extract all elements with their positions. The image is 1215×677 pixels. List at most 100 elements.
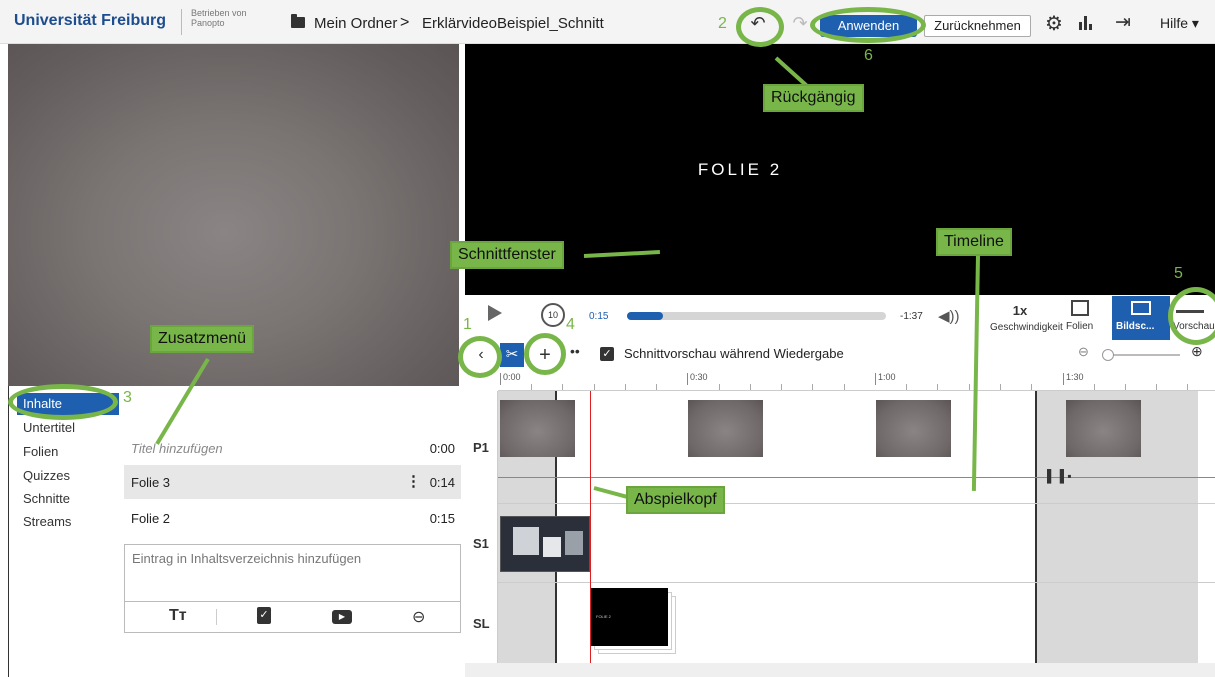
track-label-divider <box>497 391 498 663</box>
nav-item-quizzes[interactable]: Quizzes <box>23 468 70 483</box>
track-divider <box>498 503 1215 504</box>
progress-fill <box>627 312 663 320</box>
playhead[interactable] <box>590 391 591 663</box>
stats-icon[interactable] <box>1078 14 1094 30</box>
text-format-icon[interactable]: Tт <box>169 607 187 625</box>
annotation-number-2: 2 <box>718 15 727 32</box>
speed-label: Geschwindigkeit <box>990 322 1063 333</box>
zoom-slider-handle[interactable] <box>1102 349 1114 361</box>
zoom-in-icon[interactable]: ⊕ <box>1191 343 1203 360</box>
timeline-ruler[interactable] <box>498 369 1215 391</box>
annotation-number-4: 4 <box>566 316 575 333</box>
track-label-s1: S1 <box>473 536 489 551</box>
s1-thumb-window <box>543 537 561 557</box>
s1-thumb-window <box>513 527 539 555</box>
ruler-tick <box>719 384 720 390</box>
toolbar-divider <box>216 609 217 625</box>
ruler-tick <box>937 384 938 390</box>
p1-thumbnail <box>500 400 575 457</box>
annotation-ring-apply <box>810 7 926 43</box>
annotation-ring-collapse <box>458 336 502 378</box>
contents-row[interactable]: Folie 3 ⋮ 0:14 <box>124 465 461 499</box>
annotation-ring-add <box>524 333 566 375</box>
cut-tool-button[interactable]: ✂ <box>500 343 524 367</box>
p1-thumbnail <box>688 400 763 457</box>
link-icon[interactable]: ⊖ <box>412 607 425 627</box>
stats-icon-graphic <box>1079 16 1092 30</box>
speed-value[interactable]: 1x <box>1000 303 1040 318</box>
annotation-undo: Rückgängig <box>763 84 864 112</box>
ruler-label: 1:00 <box>875 373 896 385</box>
annotation-timeline: Timeline <box>936 228 1012 256</box>
ruler-tick <box>750 384 751 390</box>
slides-tab-label[interactable]: Folien <box>1066 321 1093 332</box>
annotation-extra-menu: Zusatzmenü <box>150 325 255 353</box>
more-options-icon[interactable]: •• <box>570 343 580 359</box>
ruler-tick <box>656 384 657 390</box>
redo-button[interactable]: ↷ <box>789 12 811 34</box>
redo-icon: ↷ <box>792 13 808 33</box>
nav-item-schnitte[interactable]: Schnitte <box>23 491 70 506</box>
remaining-time: -1:37 <box>900 311 923 322</box>
contents-time: 0:00 <box>429 441 455 456</box>
more-options-icon[interactable]: ⋮ <box>406 472 421 490</box>
annotation-number-5: 5 <box>1174 265 1183 282</box>
zoom-out-icon[interactable]: ⊖ <box>1078 344 1089 360</box>
brand-title[interactable]: Universität Freiburg <box>14 12 166 30</box>
track-label-p1: P1 <box>473 440 489 455</box>
annotation-number-3: 3 <box>123 389 132 406</box>
cut-handle[interactable] <box>1035 391 1037 663</box>
ruler-label: 0:00 <box>500 373 521 385</box>
track-divider <box>498 582 1215 583</box>
top-bar <box>0 0 1215 44</box>
track-end-margin <box>1198 391 1215 663</box>
bottom-scroll-strip[interactable] <box>465 663 1215 677</box>
ruler-tick <box>1187 384 1188 390</box>
gear-icon[interactable]: ⚙ <box>1045 11 1063 36</box>
ruler-tick <box>562 384 563 390</box>
slide-thumbnail-text: FOLIE 2 <box>596 614 611 619</box>
ruler-tick <box>1000 384 1001 390</box>
ruler-tick <box>531 384 532 390</box>
rewind-10-button[interactable]: 10 <box>541 303 565 327</box>
help-menu[interactable]: Hilfe ▾ <box>1160 15 1199 32</box>
powered-by-label: Betrieben von Panopto <box>191 8 247 28</box>
s1-thumbnail <box>500 516 590 572</box>
annotation-edit-window: Schnittfenster <box>450 241 564 269</box>
cut-preview-checkbox[interactable]: ✓ <box>600 347 614 361</box>
breadcrumb-folder[interactable]: Mein Ordner <box>314 15 397 32</box>
volume-icon[interactable]: ◀)) <box>938 307 960 325</box>
annotation-ring-preview <box>1168 287 1215 345</box>
ruler-label: 0:30 <box>687 373 708 385</box>
progress-bar[interactable] <box>627 312 886 320</box>
nav-item-streams[interactable]: Streams <box>23 514 71 529</box>
quiz-icon[interactable]: ✓ <box>257 607 271 624</box>
screen-icon <box>1131 301 1151 315</box>
contents-row[interactable]: Titel hinzufügen 0:00 <box>124 431 461 465</box>
breadcrumb-session: ErklärvideoBeispiel_Schnitt <box>422 15 604 32</box>
slide-title: FOLIE 2 <box>697 160 783 179</box>
ruler-tick <box>1031 384 1032 390</box>
folder-icon <box>291 14 305 28</box>
play-button[interactable] <box>488 305 502 321</box>
track-label-sl: SL <box>473 616 490 631</box>
current-time: 0:15 <box>589 311 609 322</box>
slides-icon[interactable] <box>1071 300 1089 316</box>
screen-tab-label: Bildsc... <box>1116 321 1155 332</box>
annotation-number-1: 1 <box>463 316 472 333</box>
nav-item-untertitel[interactable]: Untertitel <box>23 420 75 435</box>
contents-title: Folie 3 <box>131 475 171 490</box>
nav-item-folien[interactable]: Folien <box>23 444 58 459</box>
ruler-tick <box>969 384 970 390</box>
ruler-tick <box>781 384 782 390</box>
contents-row[interactable]: Folie 2 0:15 <box>124 501 461 535</box>
revert-button[interactable]: Zurücknehmen <box>924 15 1031 37</box>
zoom-slider[interactable] <box>1104 354 1180 356</box>
p1-thumbnail <box>1066 400 1141 457</box>
contents-entry-input[interactable]: Eintrag in Inhaltsverzeichnis hinzufügen <box>124 544 461 602</box>
ruler-tick <box>906 384 907 390</box>
exit-icon[interactable]: ⇥ <box>1115 11 1131 34</box>
cut-preview-label: Schnittvorschau während Wiedergabe <box>624 346 844 361</box>
youtube-icon[interactable]: ▶ <box>332 610 352 624</box>
ruler-tick <box>594 384 595 390</box>
